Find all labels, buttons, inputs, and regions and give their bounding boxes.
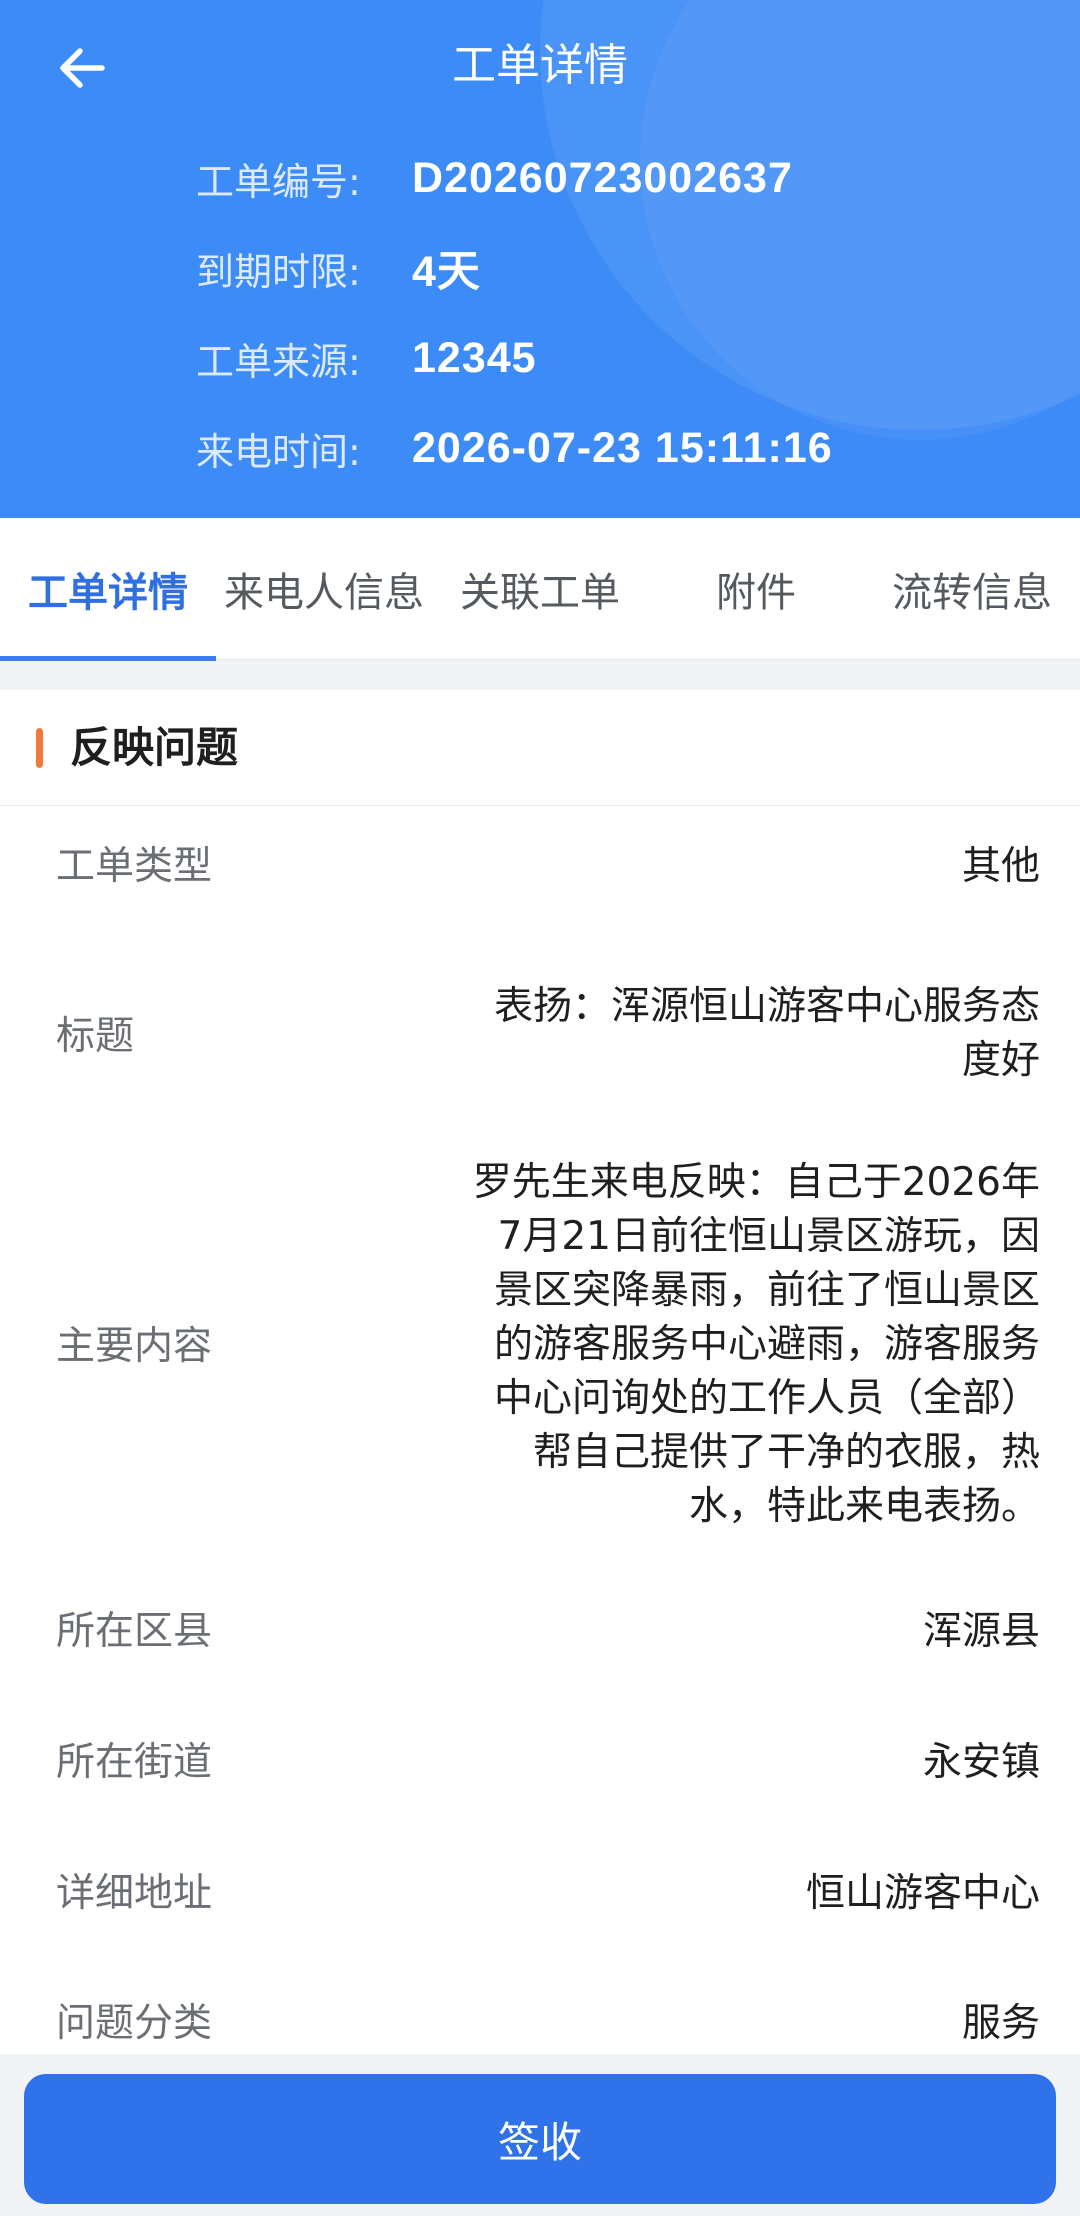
field-value: 罗先生来电反映：自己于2026年 7月21日前往恒山景区游玩，因 景区突降暴雨，…	[473, 1156, 1040, 1534]
value-line: 中心问询处的工作人员（全部）	[493, 1376, 1040, 1421]
issue-card: 反映问题 工单类型 其他 标题 表扬：浑源恒山游客中心服务态 度好 主要内容 罗…	[0, 690, 1080, 2160]
value-line: 度好	[961, 1038, 1040, 1083]
field-value: 永安镇	[922, 1740, 1040, 1785]
tab-related-orders[interactable]: 关联工单	[432, 518, 648, 660]
sign-button[interactable]: 签收	[24, 2074, 1056, 2204]
field-label: 问题分类	[56, 2001, 213, 2046]
bottom-action-bar: 签收	[0, 2054, 1080, 2216]
source-label: 工单来源:	[196, 339, 361, 384]
call-time-label: 来电时间:	[196, 429, 361, 474]
field-value: 其他	[961, 844, 1040, 889]
value-line: 帮自己提供了干净的衣服，热	[532, 1430, 1040, 1475]
section-accent-bar	[36, 728, 43, 768]
value-line: 景区突降暴雨，前往了恒山景区	[493, 1268, 1040, 1313]
field-label: 所在街道	[56, 1740, 213, 1785]
value-line: 的游客服务中心避雨，游客服务	[493, 1322, 1040, 1367]
field-value: 表扬：浑源恒山游客中心服务态 度好	[494, 980, 1040, 1088]
call-time-value: 2026-07-23 15:11:16	[412, 423, 833, 472]
field-label: 主要内容	[56, 1324, 213, 1369]
source-row: 工单来源: 12345	[196, 328, 537, 388]
field-value: 服务	[961, 2001, 1040, 2046]
section-title: 反映问题	[70, 723, 239, 772]
page-title: 工单详情	[452, 40, 628, 91]
section-header: 反映问题	[0, 690, 1080, 806]
active-tab-indicator	[0, 656, 216, 661]
tab-attachments[interactable]: 附件	[648, 518, 864, 660]
field-label: 工单类型	[56, 844, 213, 889]
field-label: 标题	[56, 1014, 135, 1059]
value-line: 表扬：浑源恒山游客中心服务态	[493, 984, 1040, 1029]
header: 工单详情 工单编号: D20260723002637 到期时限: 4天 工单来源…	[0, 0, 1080, 518]
order-number-value: D20260723002637	[412, 153, 793, 202]
tab-caller-info[interactable]: 来电人信息	[216, 518, 432, 660]
value-line: 7月21日前往恒山景区游玩，因	[497, 1214, 1040, 1259]
value-line: 水，特此来电表扬。	[688, 1484, 1040, 1529]
value-line: 罗先生来电反映：自己于2026年	[472, 1160, 1040, 1205]
work-order-detail-page: 工单详情 工单编号: D20260723002637 到期时限: 4天 工单来源…	[0, 0, 1080, 2216]
order-number-label: 工单编号:	[196, 159, 361, 204]
deadline-label: 到期时限:	[196, 249, 361, 294]
field-label: 详细地址	[56, 1871, 213, 1916]
source-value: 12345	[412, 333, 537, 382]
tab-order-detail[interactable]: 工单详情	[0, 518, 216, 660]
tab-bar: 工单详情 来电人信息 关联工单 附件 流转信息	[0, 518, 1080, 661]
call-time-row: 来电时间: 2026-07-23 15:11:16	[196, 418, 833, 478]
deadline-value: 4天	[412, 248, 481, 296]
field-label: 所在区县	[56, 1609, 213, 1654]
field-value: 浑源县	[922, 1609, 1040, 1654]
deadline-row: 到期时限: 4天	[196, 238, 481, 298]
tab-flow-info[interactable]: 流转信息	[864, 518, 1080, 660]
field-value: 恒山游客中心	[805, 1871, 1040, 1916]
order-number-row: 工单编号: D20260723002637	[196, 148, 793, 208]
